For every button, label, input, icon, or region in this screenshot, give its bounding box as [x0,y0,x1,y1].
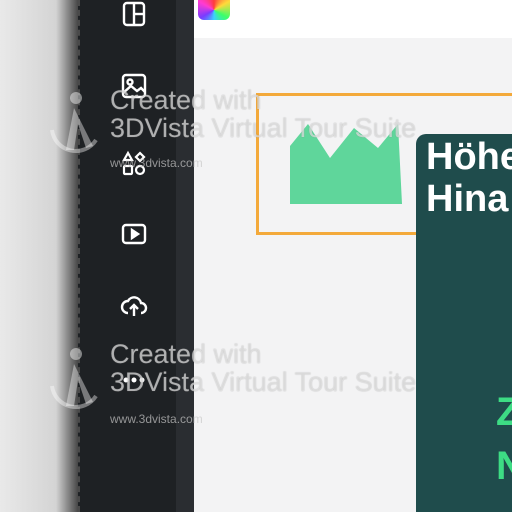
panel-heading-line-2: Hina [426,178,509,220]
color-picker-button[interactable] [198,0,230,20]
more-icon[interactable] [116,362,152,398]
video-icon[interactable] [116,216,152,252]
layout-icon[interactable] [116,0,152,32]
panel-accent-line-2: N [496,444,512,488]
image-icon[interactable] [116,68,152,104]
info-panel[interactable]: Höhe Hina Z N [416,134,512,512]
window-frame [0,0,80,512]
mountain-graphic[interactable] [286,118,404,208]
design-canvas[interactable]: Höhe Hina Z N [194,0,512,512]
editor-sidebar [78,0,196,512]
panel-accent-line-1: Z [496,390,512,434]
top-toolbar [194,0,512,38]
upload-cloud-icon[interactable] [116,288,152,324]
sidebar-edge [176,0,196,512]
elements-icon[interactable] [116,146,152,182]
panel-heading-line-1: Höhe [426,136,512,178]
